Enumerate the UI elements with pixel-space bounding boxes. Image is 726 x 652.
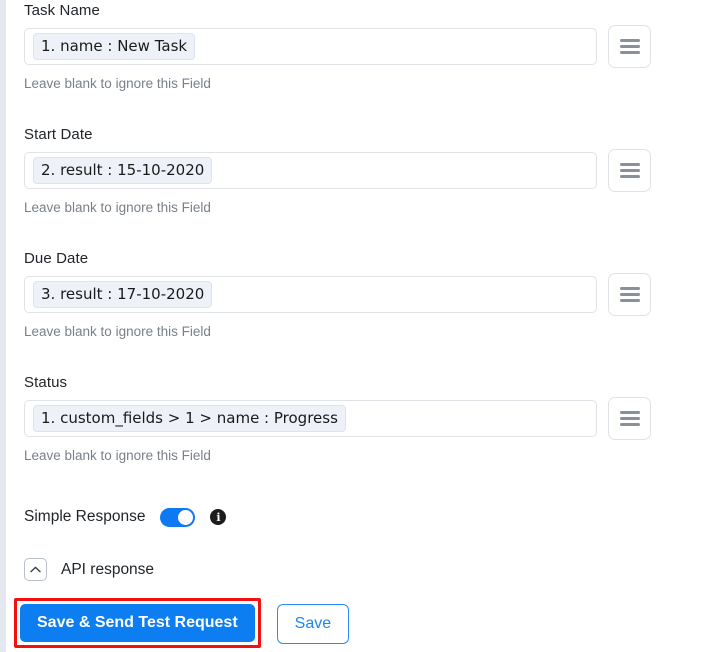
field-row: 3. result : 17-10-2020 [24,273,704,316]
save-button[interactable]: Save [276,604,350,644]
chevron-up-icon[interactable] [24,558,47,581]
hamburger-bar [619,45,640,48]
api-response-row: API response [24,558,154,581]
save-and-send-test-request-button[interactable]: Save & Send Test Request [20,604,255,642]
field-row: 1. custom_fields > 1 > name : Progress [24,397,704,440]
field-group-start-date: Start Date 2. result : 15-10-2020 Leave … [24,126,704,216]
hamburger-icon[interactable] [608,149,651,192]
annotation-highlight-box: Save & Send Test Request [14,598,261,648]
field-label: Task Name [24,2,100,19]
hamburger-bar [619,169,640,172]
footer-actions: Save & Send Test Request Save [14,598,350,648]
field-row: 1. name : New Task [24,25,704,68]
api-response-label: API response [61,560,155,578]
hamburger-icon[interactable] [608,397,651,440]
hamburger-bar [619,423,640,426]
hamburger-bar [619,417,640,420]
webhook-field-mapping-panel: Task Name 1. name : New Task Leave blank… [0,0,726,652]
mapped-value-token[interactable]: 1. name : New Task [33,33,196,60]
field-label: Due Date [24,250,89,267]
hamburger-bar [619,299,640,302]
hamburger-bar [619,39,640,42]
simple-response-label: Simple Response [24,508,146,525]
status-input[interactable]: 1. custom_fields > 1 > name : Progress [24,400,597,437]
hamburger-bar [619,51,640,54]
field-group-task-name: Task Name 1. name : New Task Leave blank… [24,2,704,92]
info-icon[interactable]: i [210,509,227,525]
start-date-input[interactable]: 2. result : 15-10-2020 [24,152,597,189]
hamburger-icon[interactable] [608,273,651,316]
hamburger-bar [619,411,640,414]
field-label: Status [24,374,68,391]
field-helper-text: Leave blank to ignore this Field [24,76,211,91]
field-helper-text: Leave blank to ignore this Field [24,200,211,215]
field-label: Start Date [24,126,93,143]
task-name-input[interactable]: 1. name : New Task [24,28,597,65]
hamburger-bar [619,163,640,166]
hamburger-bar [619,175,640,178]
toggle-knob [178,509,194,525]
mapped-value-token[interactable]: 1. custom_fields > 1 > name : Progress [33,405,346,432]
simple-response-row: Simple Response i [24,507,227,527]
field-helper-text: Leave blank to ignore this Field [24,324,211,339]
field-group-status: Status 1. custom_fields > 1 > name : Pro… [24,374,704,464]
field-helper-text: Leave blank to ignore this Field [24,448,211,463]
field-group-due-date: Due Date 3. result : 17-10-2020 Leave bl… [24,250,704,340]
hamburger-bar [619,287,640,290]
hamburger-icon[interactable] [608,25,651,68]
mapped-value-token[interactable]: 3. result : 17-10-2020 [33,281,213,308]
hamburger-bar [619,293,640,296]
simple-response-toggle[interactable] [160,507,196,527]
mapped-value-token[interactable]: 2. result : 15-10-2020 [33,157,213,184]
field-row: 2. result : 15-10-2020 [24,149,704,192]
due-date-input[interactable]: 3. result : 17-10-2020 [24,276,597,313]
